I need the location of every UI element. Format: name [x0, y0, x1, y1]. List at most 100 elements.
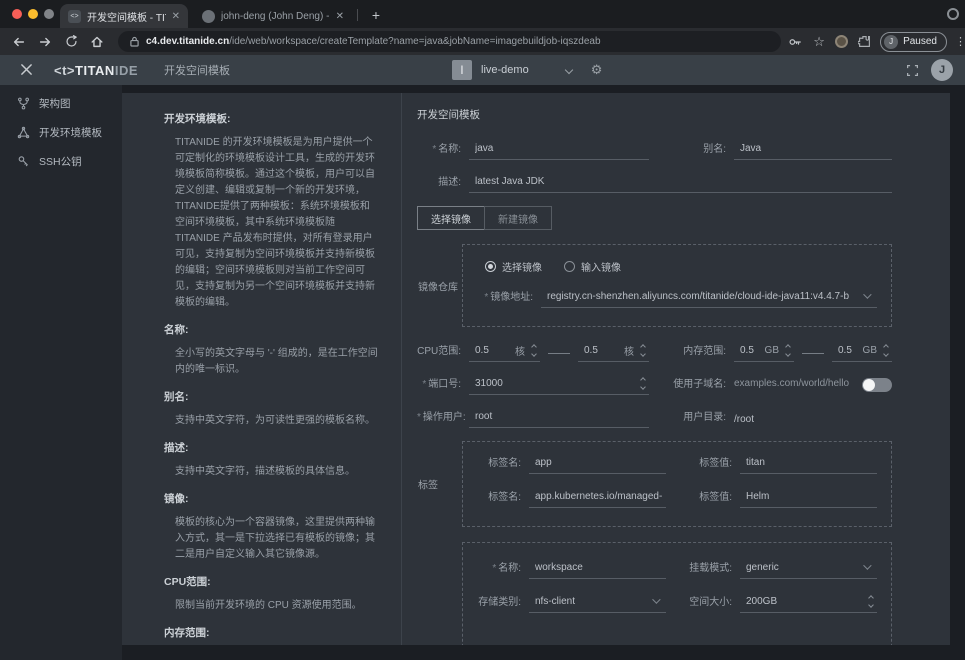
registry-group-label: 镜像仓库	[418, 278, 458, 293]
stepper-icon[interactable]	[641, 378, 645, 389]
chevron-down-icon	[863, 561, 871, 569]
sidebar-item-label: 开发环境模板	[39, 125, 102, 140]
storage-row: 存储类别: nfs-client 空间大小: 200GB	[477, 593, 877, 613]
help-body: 模板的核心为一个容器镜像，这里提供两种输入方式，其一是下拉选择已有模板的镜像；其…	[175, 515, 379, 563]
tab-title: john-deng (John Deng) - GitHu	[221, 11, 330, 22]
new-image-button[interactable]: 新建镜像	[484, 206, 552, 230]
help-heading: CPU范围:	[164, 574, 379, 589]
cpu-min-input[interactable]: 0.5 核	[469, 342, 540, 362]
storage-name-label: 名称:	[477, 559, 529, 579]
workspace-switcher[interactable]: l live-demo ⚙	[452, 55, 602, 85]
op-user-label: 操作用户:	[417, 408, 469, 428]
label-name-label: 标签名:	[477, 454, 529, 474]
help-body: 限制当前开发环境的 CPU 资源使用范围。	[175, 598, 379, 614]
memory-max-input[interactable]: 0.5 GB	[832, 342, 892, 362]
home-icon[interactable]	[84, 29, 110, 55]
description-label: 描述:	[417, 173, 469, 193]
select-image-button[interactable]: 选择镜像	[417, 206, 485, 230]
extension-badge-icon[interactable]	[835, 35, 848, 48]
help-body: 支持中英文字符，为可读性更强的模板名称。	[175, 413, 379, 429]
sidebar-item-dev-template[interactable]: 开发环境模板	[0, 118, 122, 147]
back-icon[interactable]	[6, 29, 32, 55]
radio-unselected-icon	[564, 261, 575, 272]
tab-close-icon[interactable]: ✕	[172, 11, 180, 22]
sidebar-nav: 架构图 开发环境模板 SSH公钥	[0, 85, 122, 660]
tab-close-icon[interactable]: ✕	[336, 11, 344, 22]
url-path: /ide/web/workspace/createTemplate?name=j…	[229, 36, 600, 47]
fullscreen-icon[interactable]	[906, 64, 919, 77]
app-close-icon[interactable]	[20, 63, 34, 77]
stepper-icon[interactable]	[786, 345, 790, 356]
alias-input[interactable]: Java	[734, 140, 892, 160]
storage-class-select[interactable]: nfs-client	[529, 593, 666, 613]
port-input[interactable]: 31000	[469, 375, 649, 395]
image-address-select[interactable]: registry.cn-shenzhen.aliyuncs.com/titani…	[541, 288, 877, 308]
storage-size-input[interactable]: 200GB	[740, 593, 877, 613]
stepper-icon[interactable]	[884, 345, 888, 356]
help-panel: 开发环境模板: TITANIDE 的开发环境模板是为用户提供一个可定制化的环境模…	[122, 93, 402, 645]
ssl-lock-icon[interactable]	[130, 36, 139, 47]
browser-menu-icon[interactable]: ⋮	[955, 35, 965, 48]
forward-icon[interactable]	[32, 29, 58, 55]
browser-tab-strip: <> 开发空间模板 - TITANIDE ✕ john-deng (John D…	[0, 0, 965, 28]
label-name-input[interactable]: app.kubernetes.io/managed-by	[529, 488, 666, 508]
memory-min-input[interactable]: 0.5 GB	[734, 342, 794, 362]
extensions-puzzle-icon[interactable]	[856, 34, 872, 50]
radio-select-image[interactable]: 选择镜像	[485, 259, 542, 274]
stepper-icon[interactable]	[532, 345, 536, 356]
sidebar-item-ssh-key[interactable]: SSH公钥	[0, 147, 122, 176]
app-logo[interactable]: <t>TITANIDE	[54, 63, 138, 78]
labels-group: 标签 标签名: app 标签值: titan 标签名: app.kubernet…	[462, 441, 892, 527]
storage-name-input[interactable]: workspace	[529, 559, 666, 579]
new-tab-button[interactable]: +	[366, 5, 386, 25]
stepper-icon[interactable]	[869, 596, 873, 607]
zoom-window-icon[interactable]	[44, 9, 54, 19]
macos-window-controls[interactable]	[12, 9, 54, 19]
mount-mode-select[interactable]: generic	[740, 559, 877, 579]
chevron-down-icon[interactable]	[564, 66, 572, 74]
template-icon	[17, 126, 30, 139]
storage-class-label: 存储类别:	[477, 593, 529, 613]
browser-tab-active[interactable]: <> 开发空间模板 - TITANIDE ✕	[60, 4, 188, 28]
url-host: c4.dev.titanide.cn	[146, 36, 229, 47]
radio-input-image[interactable]: 输入镜像	[564, 259, 621, 274]
subdomain-value: examples.com/world/hello	[734, 378, 849, 389]
sidebar-item-architecture[interactable]: 架构图	[0, 89, 122, 118]
help-body: 支持中英文字符，描述模板的具体信息。	[175, 464, 379, 480]
profile-avatar: J	[884, 35, 898, 49]
settings-gear-icon[interactable]: ⚙	[591, 62, 603, 78]
labels-group-label: 标签	[418, 477, 458, 492]
name-input[interactable]: java	[469, 140, 649, 160]
workspace-avatar: l	[452, 60, 472, 80]
cpu-max-input[interactable]: 0.5 核	[578, 342, 649, 362]
reload-icon[interactable]	[58, 29, 84, 55]
password-key-icon[interactable]	[787, 34, 803, 50]
profile-paused-button[interactable]: J Paused	[880, 32, 947, 52]
address-bar[interactable]: c4.dev.titanide.cn/ide/web/workspace/cre…	[118, 31, 781, 52]
close-window-icon[interactable]	[12, 9, 22, 19]
tab-divider	[357, 9, 358, 21]
label-value-input[interactable]: Helm	[740, 488, 877, 508]
browser-tab-inactive[interactable]: john-deng (John Deng) - GitHu ✕	[194, 4, 352, 28]
help-heading: 镜像:	[164, 491, 379, 506]
user-avatar[interactable]: J	[931, 59, 953, 81]
image-address-label: 镜像地址:	[477, 288, 541, 308]
storage-size-label: 空间大小:	[688, 593, 740, 613]
browser-status-icon[interactable]	[947, 8, 959, 20]
description-input[interactable]: latest Java JDK	[469, 173, 892, 193]
form-title: 开发空间模板	[417, 107, 892, 122]
range-dash	[548, 353, 570, 354]
label-value-input[interactable]: titan	[740, 454, 877, 474]
label-name-input[interactable]: app	[529, 454, 666, 474]
op-user-input[interactable]: root	[469, 408, 649, 428]
stepper-icon[interactable]	[641, 345, 645, 356]
label-value-label: 标签值:	[688, 454, 740, 474]
port-label: 端口号:	[417, 375, 469, 395]
titanide-favicon-icon: <>	[68, 10, 81, 23]
bookmark-star-icon[interactable]: ☆	[811, 34, 827, 50]
label-name-label: 标签名:	[477, 488, 529, 508]
subdomain-toggle[interactable]	[862, 378, 892, 392]
minimize-window-icon[interactable]	[28, 9, 38, 19]
browser-toolbar: c4.dev.titanide.cn/ide/web/workspace/cre…	[0, 28, 965, 55]
key-icon	[17, 155, 30, 168]
